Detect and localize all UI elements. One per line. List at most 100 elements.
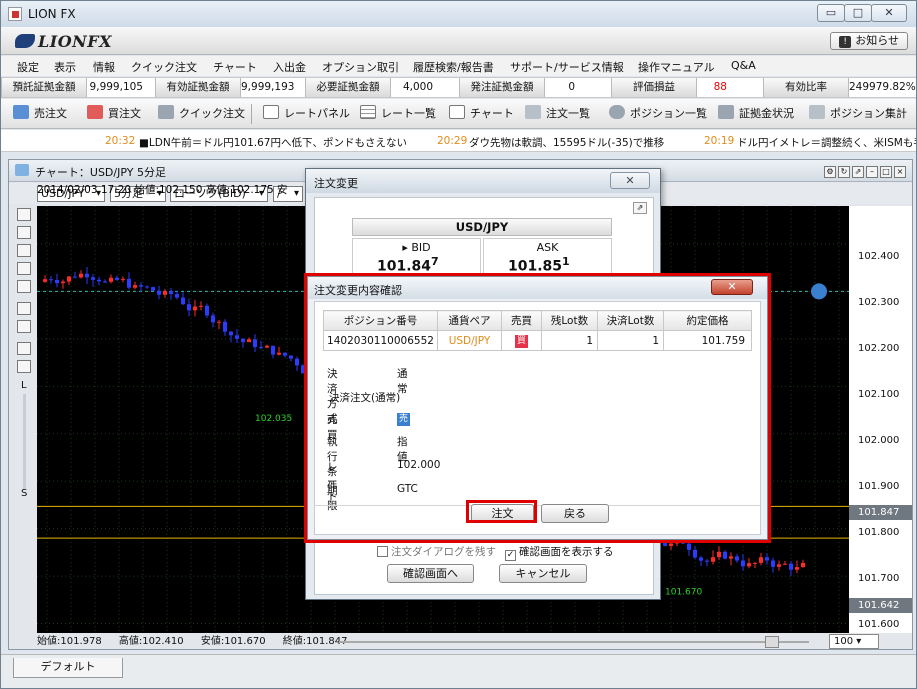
scroll-track — [339, 641, 809, 643]
order-dialog-close-button[interactable]: ✕ — [610, 172, 650, 189]
margin-status-button[interactable]: 証拠金状況 — [718, 105, 794, 123]
candle-body — [717, 551, 721, 558]
sell-order-button[interactable]: 売注文 — [13, 105, 67, 123]
deposit-label: 預託証拠金額 — [1, 78, 87, 97]
show-confirm-check[interactable]: ✓ — [505, 550, 516, 561]
menu-qa[interactable]: Q&A — [731, 59, 756, 72]
menu-manual[interactable]: 操作マニュアル — [638, 59, 715, 75]
bid-label: ▸ BID — [402, 241, 431, 254]
fib-tool-icon[interactable] — [17, 244, 31, 257]
rate-panel-button[interactable]: レートパネル — [263, 105, 350, 123]
layout-tool-icon[interactable] — [17, 320, 31, 333]
lot-slider-track[interactable] — [23, 394, 26, 489]
order-list-button[interactable]: 注文一覧 — [525, 105, 590, 123]
price-axis: 102.400 102.300 102.200 102.100 102.000 … — [849, 206, 912, 633]
candle-body — [747, 563, 751, 567]
cancel-button[interactable]: キャンセル — [499, 564, 587, 583]
menu-quick-order[interactable]: クイック注文 — [131, 59, 197, 75]
candle-body — [85, 273, 89, 278]
chart-scrollbar[interactable] — [339, 636, 809, 648]
drawing-tools: L S — [13, 206, 35, 651]
notice-button[interactable]: ! お知らせ — [830, 32, 908, 50]
rate-list-button[interactable]: レート一覧 — [360, 105, 436, 123]
candle-body — [265, 345, 269, 348]
menu-view[interactable]: 表示 — [54, 59, 76, 75]
col-settle-lots: 決済Lot数 — [597, 310, 664, 331]
bottom-tab-bar: デフォルト — [1, 654, 916, 688]
ask-panel[interactable]: ASK 101.851 — [483, 238, 612, 278]
show-confirm-checkbox[interactable]: ✓ 確認画面を表示する — [505, 544, 614, 561]
minimize-button[interactable]: ▭ — [817, 4, 845, 22]
candle-body — [175, 294, 179, 298]
copy-tool-icon[interactable] — [17, 302, 31, 315]
keep-dialog-check[interactable] — [377, 546, 388, 557]
buy-order-button[interactable]: 買注文 — [87, 105, 141, 123]
scroll-thumb[interactable] — [765, 636, 779, 648]
menu-history[interactable]: 履歴検索/報告書 — [413, 59, 494, 75]
menu-info[interactable]: 情報 — [93, 59, 115, 75]
menu-option[interactable]: オプション取引 — [322, 59, 399, 75]
notice-label: お知らせ — [855, 34, 899, 47]
order-dialog-title: 注文変更 — [314, 177, 358, 190]
col-position-no: ポジション番号 — [323, 310, 438, 331]
chart-close-icon[interactable]: × — [894, 166, 906, 178]
position-no: 1402030110006552 — [323, 330, 438, 351]
required-value: 4,000 — [402, 81, 433, 93]
chart-button[interactable]: チャート — [449, 105, 514, 123]
position-marker-icon — [811, 283, 827, 300]
chart-maximize-icon[interactable]: □ — [880, 166, 892, 178]
menu-settings[interactable]: 設定 — [17, 59, 39, 75]
confirm-close-button[interactable]: ✕ — [711, 279, 753, 295]
exec-price: 101.759 — [663, 330, 752, 351]
menu-deposit[interactable]: 入出金 — [273, 59, 306, 75]
ask-price: 101.851 — [508, 255, 570, 275]
menu-chart[interactable]: チャート — [213, 59, 257, 75]
candle-body — [169, 291, 173, 295]
tab-default[interactable]: デフォルト — [13, 658, 123, 678]
chart-refresh-icon[interactable]: ↻ — [838, 166, 850, 178]
news-ticker[interactable]: 20:32 ■LDN午前＝ドル円101.67円へ低下、ポンドもさえない 20:2… — [1, 130, 916, 152]
news-item[interactable]: ダウ先物は軟調、15595ドル(-35)で推移 — [469, 135, 664, 150]
pen-tool-icon[interactable] — [17, 226, 31, 239]
window-title: LION FX — [28, 7, 76, 21]
window-tool-icon[interactable] — [17, 360, 31, 373]
chart-settings-icon[interactable]: ⚙ — [824, 166, 836, 178]
candle-body — [73, 276, 77, 278]
pin-icon[interactable]: ⇗ — [633, 202, 647, 214]
order-margin-value: 0 — [568, 81, 575, 93]
chart-minimize-icon[interactable]: – — [866, 166, 878, 178]
back-button[interactable]: 戻る — [541, 504, 609, 523]
bid-panel[interactable]: ▸ BID 101.847 — [352, 238, 481, 278]
candle-body — [109, 277, 113, 282]
candle-body — [729, 556, 733, 559]
ohlc-stats: 始値:101.978 高値:102.410 安値:101.670 終値:101.… — [37, 634, 362, 650]
menu-support[interactable]: サポート/サービス情報 — [510, 59, 624, 75]
indicator-tool-icon[interactable] — [17, 280, 31, 293]
candle-body — [753, 562, 757, 564]
trend-tool-icon[interactable] — [17, 262, 31, 275]
pl-value: 88 — [713, 81, 727, 93]
position-list-button[interactable]: ポジション一覧 — [609, 105, 707, 123]
col-side: 売買 — [501, 310, 542, 331]
zoom-select[interactable]: 100 ▾ — [829, 634, 879, 649]
news-item[interactable]: ドル円イメトレ＝調整続く、米ISMも手 — [737, 135, 916, 150]
price-label: 102.400 — [858, 251, 900, 262]
candle-body — [663, 542, 667, 546]
cursor-tool-icon[interactable] — [17, 208, 31, 221]
to-confirm-button[interactable]: 確認画面へ — [387, 564, 474, 583]
print-tool-icon[interactable] — [17, 342, 31, 355]
order-submit-button[interactable]: 注文 — [471, 504, 534, 523]
news-item[interactable]: ■LDN午前＝ドル円101.67円へ低下、ポンドもさえない — [139, 135, 407, 150]
position-summary-button[interactable]: ポジション集計 — [809, 105, 907, 123]
buy-arrow-icon — [87, 105, 103, 119]
deposit-value: 9,999,105 — [89, 81, 143, 93]
keep-dialog-checkbox[interactable]: 注文ダイアログを残す — [377, 544, 496, 559]
quick-order-button[interactable]: クイック注文 — [158, 105, 245, 123]
candle-body — [151, 287, 155, 291]
maximize-button[interactable]: □ — [844, 4, 872, 22]
close-button[interactable]: ✕ — [871, 4, 907, 22]
candle-body — [115, 277, 119, 280]
candle-body — [91, 277, 95, 280]
chart-detach-icon[interactable]: ⇗ — [852, 166, 864, 178]
summary-icon — [809, 105, 825, 119]
